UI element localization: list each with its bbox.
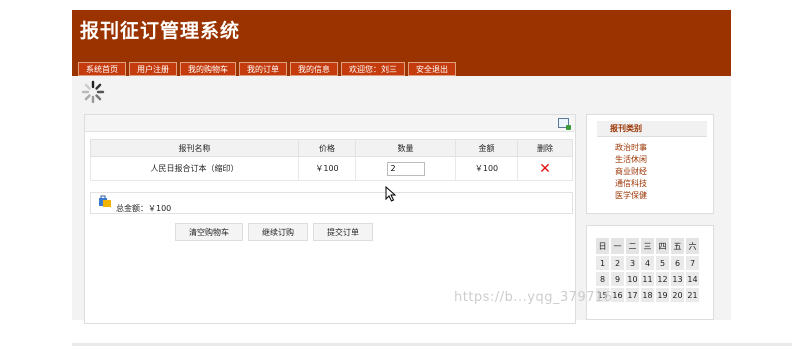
nav-register[interactable]: 用户注册 — [129, 62, 177, 76]
calendar-day[interactable]: 12 — [656, 272, 669, 286]
weekday: 一 — [611, 238, 624, 254]
page-container: 报刊征订管理系统 系统首页 用户注册 我的购物车 我的订单 我的信息 欢迎您：刘… — [72, 10, 731, 324]
calendar-day[interactable]: 9 — [611, 272, 624, 286]
delete-icon[interactable]: ✕ — [539, 161, 551, 177]
cart-item-amount: ￥100 — [455, 156, 518, 181]
weekday: 三 — [641, 238, 654, 254]
column-header-qty: 数量 — [355, 139, 456, 157]
document-add-icon[interactable] — [558, 118, 571, 130]
calendar-panel: 日 一 二 三 四 五 六 1 2 3 4 5 6 7 8 9 10 11 12… — [586, 225, 714, 320]
column-header-delete: 删除 — [517, 139, 573, 157]
column-header-amount: 金额 — [455, 139, 518, 157]
category-panel: 报刊类别 政治时事 生活休闲 商业财经 通信科技 医学保健 — [586, 114, 714, 214]
weekday: 二 — [626, 238, 639, 254]
calendar-day[interactable]: 10 — [626, 272, 639, 286]
weekday: 四 — [656, 238, 669, 254]
cart-item-delete-cell: ✕ — [517, 156, 573, 181]
cart-total-row: 总金额：￥100 — [90, 192, 573, 214]
calendar-day[interactable]: 3 — [626, 256, 639, 270]
calendar-day[interactable]: 14 — [686, 272, 699, 286]
mouse-pointer-icon — [385, 186, 397, 202]
cart-item-name: 人民日报合订本（缩印） — [90, 156, 299, 181]
category-tech[interactable]: 通信科技 — [615, 178, 647, 190]
category-business[interactable]: 商业财经 — [615, 166, 647, 178]
cart-table-header: 报刊名称 价格 数量 金额 删除 — [90, 139, 573, 157]
calendar-day[interactable]: 17 — [626, 288, 639, 302]
calendar-day[interactable]: 7 — [686, 256, 699, 270]
category-lifestyle[interactable]: 生活休闲 — [615, 154, 647, 166]
watermark: https://b...yqg_379716 — [454, 290, 613, 305]
calendar-day[interactable]: 20 — [671, 288, 684, 302]
calendar-day[interactable]: 19 — [656, 288, 669, 302]
loading-spinner-icon — [81, 80, 105, 104]
category-title: 报刊类别 — [597, 121, 707, 137]
cart-total-label: 总金额：￥100 — [116, 204, 172, 213]
calendar-day[interactable]: 16 — [611, 288, 624, 302]
submit-order-button[interactable]: 提交订单 — [313, 223, 373, 241]
continue-ordering-button[interactable]: 继续订购 — [248, 223, 308, 241]
column-header-price: 价格 — [298, 139, 356, 157]
site-header: 报刊征订管理系统 系统首页 用户注册 我的购物车 我的订单 我的信息 欢迎您：刘… — [72, 10, 731, 76]
calendar-day[interactable]: 8 — [596, 272, 609, 286]
nav-welcome-user: 欢迎您：刘三 — [341, 62, 405, 76]
cart-item-qty-cell — [355, 156, 456, 181]
quantity-input[interactable] — [386, 161, 425, 176]
category-list: 政治时事 生活休闲 商业财经 通信科技 医学保健 — [615, 142, 647, 202]
main-nav: 系统首页 用户注册 我的购物车 我的订单 我的信息 欢迎您：刘三 安全退出 — [78, 62, 456, 76]
clear-cart-button[interactable]: 清空购物车 — [175, 223, 243, 241]
site-title: 报刊征订管理系统 — [80, 20, 241, 42]
table-row: 人民日报合订本（缩印） ￥100 ￥100 ✕ — [90, 156, 573, 181]
calendar-weekdays: 日 一 二 三 四 五 六 — [596, 238, 699, 254]
calendar-week: 8 9 10 11 12 13 14 — [596, 272, 699, 286]
calendar-day[interactable]: 21 — [686, 288, 699, 302]
cart-item-price: ￥100 — [298, 156, 356, 181]
weekday: 五 — [671, 238, 684, 254]
category-health[interactable]: 医学保健 — [615, 190, 647, 202]
calendar-day[interactable]: 11 — [641, 272, 654, 286]
calendar-day[interactable]: 2 — [611, 256, 624, 270]
cart-table: 报刊名称 价格 数量 金额 删除 人民日报合订本（缩印） ￥100 ￥100 ✕ — [90, 139, 573, 181]
nav-home[interactable]: 系统首页 — [78, 62, 126, 76]
cart-actions: 清空购物车 继续订购 提交订单 — [175, 223, 373, 241]
nav-my-info[interactable]: 我的信息 — [290, 62, 338, 76]
calendar-day[interactable]: 1 — [596, 256, 609, 270]
calendar-day[interactable]: 4 — [641, 256, 654, 270]
weekday: 六 — [686, 238, 699, 254]
calendar-day[interactable]: 18 — [641, 288, 654, 302]
calendar-week: 1 2 3 4 5 6 7 — [596, 256, 699, 270]
weekday: 日 — [596, 238, 609, 254]
calendar-day[interactable]: 5 — [656, 256, 669, 270]
calendar-day[interactable]: 13 — [671, 272, 684, 286]
cart-panel-toolbar — [85, 115, 575, 132]
calendar-day[interactable]: 6 — [671, 256, 684, 270]
nav-orders[interactable]: 我的订单 — [239, 62, 287, 76]
shopping-bag-icon — [99, 195, 111, 207]
nav-logout[interactable]: 安全退出 — [408, 62, 456, 76]
nav-cart[interactable]: 我的购物车 — [180, 62, 236, 76]
bottom-divider — [72, 343, 792, 346]
column-header-name: 报刊名称 — [90, 139, 299, 157]
category-politics[interactable]: 政治时事 — [615, 142, 647, 154]
